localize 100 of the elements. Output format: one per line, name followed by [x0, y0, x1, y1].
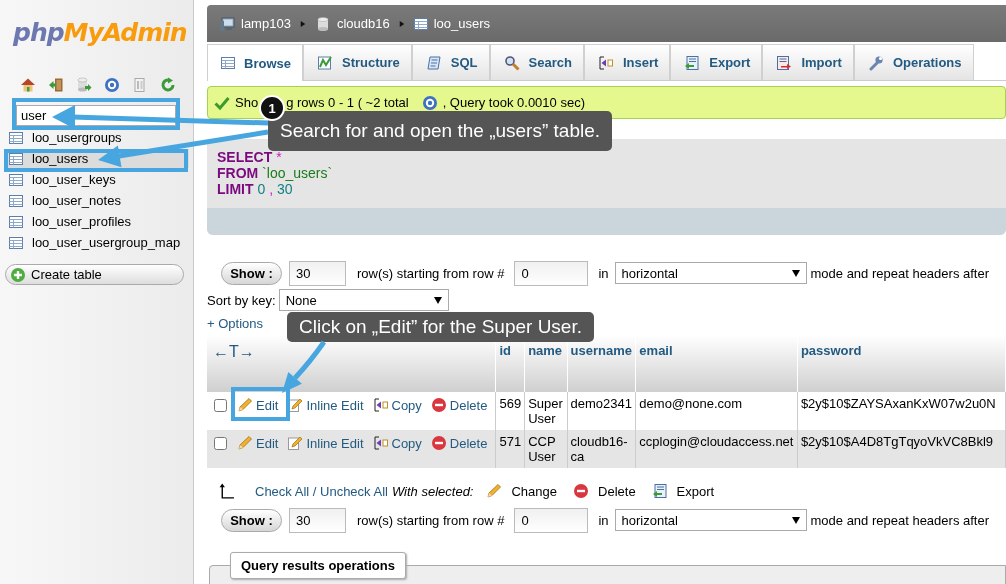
bulk-action-button[interactable]: Delete: [573, 483, 636, 499]
sql-line: SELECT *: [217, 149, 283, 165]
pencil-icon: [486, 483, 503, 499]
row-action-link[interactable]: Delete: [430, 397, 488, 413]
column-header[interactable]: email: [639, 343, 673, 358]
door-icon[interactable]: [48, 77, 64, 93]
tab[interactable]: Browse: [207, 44, 303, 81]
pencil-icon: [237, 435, 253, 451]
breadcrumb-link[interactable]: lamp103: [241, 16, 291, 31]
table-icon: [221, 57, 235, 69]
row-checkbox[interactable]: [214, 398, 227, 412]
home-icon[interactable]: [20, 77, 36, 93]
section-title: Query results operations: [230, 552, 406, 579]
column-header[interactable]: password: [800, 343, 862, 358]
table-icon: [9, 236, 23, 249]
tab[interactable]: Import: [762, 44, 854, 80]
wrench-icon: [867, 54, 884, 71]
pencil-icon: [287, 435, 304, 451]
help-icon[interactable]: [104, 77, 120, 93]
help-icon[interactable]: [421, 94, 438, 111]
field-label: With selected:: [391, 483, 474, 499]
check-icon: [214, 94, 230, 111]
delete-icon: [430, 397, 447, 413]
field-label: in: [598, 512, 609, 528]
breadcrumb-link[interactable]: loo_users: [433, 16, 491, 31]
table-list-item[interactable]: loo_user_keys: [4, 170, 189, 189]
table-cell: ccplogin@cloudaccess.net: [639, 434, 794, 449]
table-icon: [9, 215, 23, 228]
table-cell: 569: [499, 396, 522, 411]
table-cell: $2y$10$A4D8TgTqyoVkVC8Bkl9: [800, 434, 994, 449]
table-cell: cloudb16-ca: [570, 434, 628, 464]
table-list-item[interactable]: loo_user_usergroup_map: [4, 233, 189, 252]
table-icon: [413, 17, 428, 30]
tab[interactable]: Insert: [583, 44, 671, 80]
row-action-link[interactable]: Delete: [430, 435, 488, 451]
table-list-item[interactable]: loo_user_profiles: [4, 212, 189, 231]
status-message: g rows 0 - 1 ( ~2 total: [286, 95, 409, 110]
show-button[interactable]: Show :: [221, 508, 282, 532]
insert-icon: [597, 54, 614, 71]
table-icon: [9, 194, 23, 207]
start-row-field[interactable]: 0: [514, 260, 589, 286]
field-label: Sort by key:: [207, 292, 276, 308]
status-message: , Query took 0.0010 sec): [442, 95, 585, 110]
arrow-icon: [218, 482, 235, 500]
sql-line: FROM `loo_users`: [217, 165, 334, 181]
tab[interactable]: Operations: [853, 44, 974, 80]
import-icon: [776, 54, 793, 71]
row-count-field[interactable]: 30: [289, 507, 346, 533]
export-icon: [651, 483, 668, 499]
table-list-item[interactable]: loo_user_notes: [4, 191, 189, 210]
row-action-link[interactable]: Copy: [372, 397, 422, 413]
database-icon[interactable]: [76, 77, 92, 93]
pencil-icon: [237, 397, 253, 413]
row-action-link[interactable]: Copy: [372, 435, 422, 451]
bulk-action-button[interactable]: Export: [651, 483, 715, 499]
tab[interactable]: Search: [489, 44, 584, 80]
field-label: row(s) starting from row #: [357, 265, 505, 281]
structure-icon: [316, 54, 333, 71]
column-header[interactable]: id: [499, 343, 511, 358]
search-icon: [503, 54, 520, 71]
create-table-button[interactable]: Create table: [5, 264, 184, 285]
breadcrumb-link[interactable]: cloudb16: [336, 16, 390, 31]
scroll-icon: [425, 54, 442, 71]
tab[interactable]: Structure: [302, 44, 412, 80]
highlight-frame: [231, 387, 290, 421]
column-toggle[interactable]: ←T→: [213, 343, 255, 360]
sort-dropdown[interactable]: None: [278, 289, 449, 311]
options-link[interactable]: + Options: [207, 316, 263, 331]
table-icon: [9, 152, 23, 165]
check-all-link[interactable]: Check All / Uncheck All: [255, 483, 388, 499]
row-action-link[interactable]: Edit: [237, 397, 279, 413]
computer-icon: [219, 15, 235, 32]
table-icon: [9, 173, 23, 186]
reload-icon[interactable]: [160, 77, 176, 93]
table-list-item[interactable]: loo_usergroups: [4, 128, 189, 147]
pencil-icon: [287, 397, 304, 413]
delete-icon: [430, 435, 447, 451]
row-action-link[interactable]: Inline Edit: [287, 435, 364, 451]
field-label: in: [598, 265, 609, 281]
show-button[interactable]: Show :: [221, 261, 282, 285]
database-icon: [314, 15, 331, 32]
mode-dropdown[interactable]: horizontal: [614, 509, 807, 531]
start-row-field[interactable]: 0: [514, 507, 589, 533]
field-label: mode and repeat headers after: [810, 512, 989, 528]
mode-dropdown[interactable]: horizontal: [614, 262, 807, 284]
tab[interactable]: Export: [670, 44, 763, 80]
tab[interactable]: SQL: [411, 44, 490, 80]
bulk-action-button[interactable]: Change: [486, 483, 558, 499]
table-cell: Super User: [528, 396, 563, 426]
field-label: mode and repeat headers after: [810, 265, 989, 281]
row-count-field[interactable]: 30: [289, 260, 346, 286]
table-cell: demo@none.com: [639, 396, 743, 411]
add-icon: [10, 266, 26, 283]
row-action-link[interactable]: Edit: [237, 435, 279, 451]
row-action-link[interactable]: Inline Edit: [287, 397, 364, 413]
row-checkbox[interactable]: [214, 436, 227, 450]
table-cell: 571: [499, 434, 522, 449]
table-icon: [9, 131, 23, 144]
table-cell: demo2341: [570, 396, 632, 411]
status-message: Sho: [235, 95, 259, 110]
